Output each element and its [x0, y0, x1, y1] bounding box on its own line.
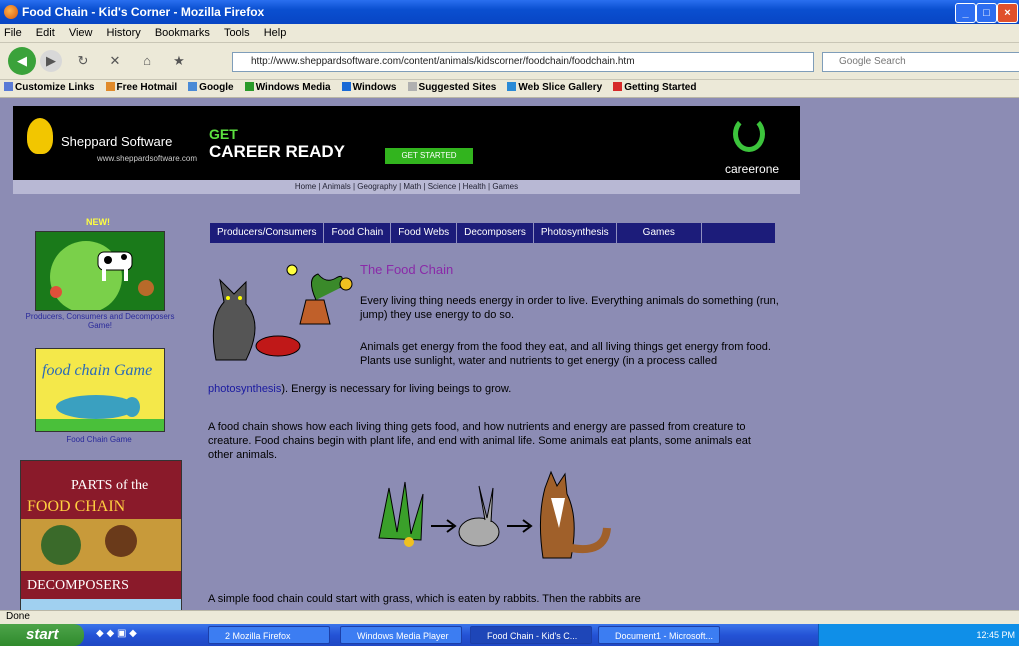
food-chain-game-caption[interactable]: Food Chain Game — [35, 435, 163, 444]
bookmark-item[interactable]: Suggested Sites — [407, 82, 496, 93]
menu-view[interactable]: View — [69, 27, 93, 39]
home-icon[interactable]: ⌂ — [136, 50, 158, 72]
search-input[interactable]: Google Search — [822, 52, 1019, 72]
tab-food-chain[interactable]: Food Chain — [324, 223, 392, 243]
page-content: Sheppard Software www.sheppardsoftware.c… — [0, 98, 1019, 610]
menu-help[interactable]: Help — [264, 27, 287, 39]
topic-tabs: Producers/Consumers Food Chain Food Webs… — [210, 223, 775, 243]
tab-games[interactable]: Games — [617, 223, 702, 243]
parts-of-food-chain-image[interactable]: PARTS of the FOOD CHAIN DECOMPOSERS — [20, 460, 182, 610]
grass-icon — [378, 481, 424, 547]
back-icon[interactable]: ◀ — [8, 47, 36, 75]
food-chain-art-title: FOOD CHAIN — [27, 498, 126, 515]
brand-name: Sheppard Software — [61, 134, 173, 149]
article-paragraph-2b: photosynthesis). Energy is necessary for… — [208, 382, 788, 396]
food-chain-illustration — [375, 468, 615, 571]
tab-producers-consumers[interactable]: Producers/Consumers — [210, 223, 325, 243]
bookmarks-toolbar: Customize Links Free Hotmail Google Wind… — [0, 80, 1019, 98]
quick-launch[interactable]: ◆ ◆ ▣ ◆ — [96, 628, 176, 642]
article-paragraph-2a: Animals get energy from the food they ea… — [360, 341, 771, 367]
new-badge: NEW! — [86, 217, 110, 227]
menu-file[interactable]: File — [4, 27, 22, 39]
get-started-button[interactable]: GET STARTED — [385, 148, 473, 164]
article-paragraph-4: A simple food chain could start with gra… — [208, 593, 641, 605]
tab-decomposers[interactable]: Decomposers — [457, 223, 534, 243]
careerone-logo-icon — [733, 116, 765, 152]
menu-history[interactable]: History — [107, 27, 141, 39]
bookmark-item[interactable]: Windows — [341, 82, 396, 93]
photosynthesis-link[interactable]: photosynthesis — [208, 383, 281, 395]
task-firefox[interactable]: 2 Mozilla Firefox — [208, 626, 330, 644]
stop-icon[interactable]: ✕ — [104, 50, 126, 72]
bookmark-item[interactable]: Google — [188, 82, 234, 93]
menu-edit[interactable]: Edit — [36, 27, 55, 39]
menu-bar: File Edit View History Bookmarks Tools H… — [0, 24, 1019, 43]
producers-game-caption[interactable]: Producers, Consumers and Decomposers Gam… — [20, 312, 180, 330]
banner-get: GET — [209, 126, 238, 142]
window-title: Food Chain - Kid's Corner - Mozilla Fire… — [22, 5, 265, 19]
start-button[interactable]: start — [0, 624, 84, 646]
parts-art-title: PARTS of the — [71, 478, 148, 493]
brand-subtitle: www.sheppardsoftware.com — [97, 154, 198, 163]
close-button[interactable]: × — [997, 3, 1018, 23]
producers-game-image[interactable] — [35, 231, 165, 313]
task-media-player[interactable]: Windows Media Player — [340, 626, 462, 644]
task-food-chain[interactable]: Food Chain - Kid's C... — [470, 626, 592, 644]
bookmark-item[interactable]: Free Hotmail — [105, 82, 177, 93]
task-document[interactable]: Document1 - Microsoft... — [598, 626, 720, 644]
article-paragraph-2b-text: ). Energy is necessary for living beings… — [281, 383, 512, 395]
lightbulb-logo-icon — [27, 118, 53, 154]
system-tray: 12:45 PM — [818, 624, 1019, 646]
site-links[interactable]: Home | Animals | Geography | Math | Scie… — [13, 180, 800, 194]
bookmark-item[interactable]: Web Slice Gallery — [507, 82, 602, 93]
bookmark-item[interactable]: Getting Started — [613, 82, 696, 93]
food-chain-game-image[interactable]: food chain Game — [35, 348, 165, 432]
window-title-bar: Food Chain - Kid's Corner - Mozilla Fire… — [0, 0, 1019, 24]
status-bar: Done — [0, 610, 1019, 625]
bookmark-item[interactable]: Customize Links — [4, 82, 94, 93]
navigation-toolbar: ◀ ▶ ↻ ✕ ⌂ ★ http://www.sheppardsoftware.… — [0, 43, 1019, 80]
article-paragraph-3: A food chain shows how each living thing… — [208, 421, 751, 461]
firefox-icon — [4, 5, 18, 19]
rabbit-icon — [458, 485, 500, 547]
ad-banner[interactable]: Sheppard Software www.sheppardsoftware.c… — [13, 106, 800, 180]
minimize-button[interactable]: _ — [955, 3, 976, 23]
partner-name: careerone — [725, 162, 780, 176]
tab-photosynthesis[interactable]: Photosynthesis — [534, 223, 617, 243]
maximize-button[interactable]: □ — [976, 3, 997, 23]
article-paragraph-1: Every living thing needs energy in order… — [360, 295, 779, 321]
food-chain-game-art-title: food chain Game — [42, 362, 152, 379]
cat-plant-illustration — [206, 260, 356, 373]
url-field[interactable]: http://www.sheppardsoftware.com/content/… — [232, 52, 814, 72]
bookmark-item[interactable]: Windows Media — [244, 82, 331, 93]
article-heading: The Food Chain — [360, 262, 454, 277]
bookmark-icon[interactable]: ★ — [168, 50, 190, 72]
fox-icon — [539, 470, 611, 559]
reload-icon[interactable]: ↻ — [72, 50, 94, 72]
forward-icon[interactable]: ▶ — [40, 50, 62, 72]
tab-food-webs[interactable]: Food Webs — [391, 223, 458, 243]
decomposers-art-title: DECOMPOSERS — [27, 578, 129, 593]
status-text: Done — [6, 611, 30, 622]
clock: 12:45 PM — [976, 630, 1015, 640]
taskbar: start ◆ ◆ ▣ ◆ 2 Mozilla Firefox Windows … — [0, 624, 1019, 646]
banner-career-ready: CAREER READY — [209, 142, 346, 161]
menu-bookmarks[interactable]: Bookmarks — [155, 27, 210, 39]
menu-tools[interactable]: Tools — [224, 27, 250, 39]
